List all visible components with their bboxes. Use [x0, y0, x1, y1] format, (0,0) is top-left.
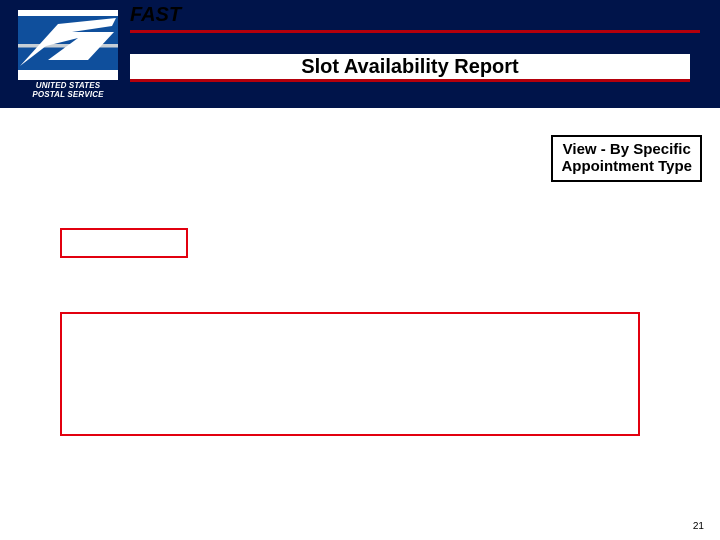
page-title: Slot Availability Report: [301, 56, 518, 79]
eagle-icon: [18, 16, 118, 70]
org-line1: UNITED STATES: [36, 81, 100, 90]
callout-line1: View - By Specific: [563, 141, 691, 158]
highlight-box-small: [60, 228, 188, 258]
view-callout: View - By Specific Appointment Type: [551, 135, 702, 182]
page-number: 21: [693, 521, 704, 532]
page-title-bar: Slot Availability Report: [130, 54, 690, 80]
header-rule: [130, 30, 700, 33]
page-title-rule: [130, 79, 690, 82]
usps-logo-band: [18, 16, 118, 70]
highlight-box-large: [60, 312, 640, 436]
callout-line2: Appointment Type: [561, 158, 692, 175]
app-name: FAST: [130, 4, 181, 27]
org-line2: POSTAL SERVICE: [32, 90, 103, 99]
usps-logo: [18, 10, 118, 80]
usps-logo-caption: UNITED STATES POSTAL SERVICE: [18, 82, 118, 100]
